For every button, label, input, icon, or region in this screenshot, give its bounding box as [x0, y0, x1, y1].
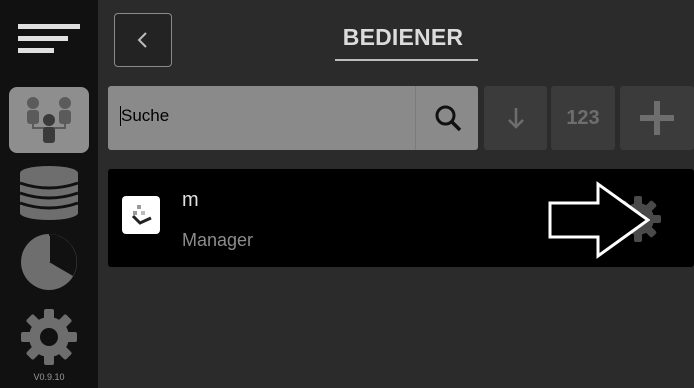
- page-title: BEDIENER: [342, 24, 464, 50]
- arrow-down-icon: [507, 108, 524, 129]
- sort-button[interactable]: [484, 86, 547, 150]
- sidebar-item-users[interactable]: [0, 84, 98, 156]
- avatar: [122, 196, 160, 234]
- search-input[interactable]: Suche: [108, 86, 478, 150]
- user-role: Manager: [182, 230, 254, 250]
- user-name: m: [182, 189, 199, 211]
- menu-icon[interactable]: [0, 18, 98, 60]
- gear-icon[interactable]: [0, 306, 98, 368]
- add-user-button[interactable]: [620, 86, 694, 150]
- version-label: V0.9.10: [33, 372, 65, 382]
- search-button[interactable]: [415, 86, 479, 150]
- plus-icon: [640, 101, 674, 135]
- list-item[interactable]: m Manager: [108, 169, 694, 267]
- numeric-sort-button[interactable]: 123: [551, 86, 615, 150]
- chevron-left-icon: [137, 32, 147, 48]
- title-underline: [335, 59, 478, 61]
- database-icon[interactable]: [0, 162, 98, 224]
- pie-chart-icon[interactable]: [0, 230, 98, 294]
- pointer-arrow-icon: [548, 181, 650, 259]
- back-button[interactable]: [114, 13, 172, 67]
- sidebar: V0.9.10: [0, 0, 98, 388]
- search-placeholder: Suche: [121, 106, 170, 125]
- user-logo-icon: [131, 205, 152, 225]
- main-panel: BEDIENER Suche 123 m Manager: [98, 0, 694, 388]
- search-icon: [435, 105, 461, 132]
- users-icon: [9, 87, 89, 153]
